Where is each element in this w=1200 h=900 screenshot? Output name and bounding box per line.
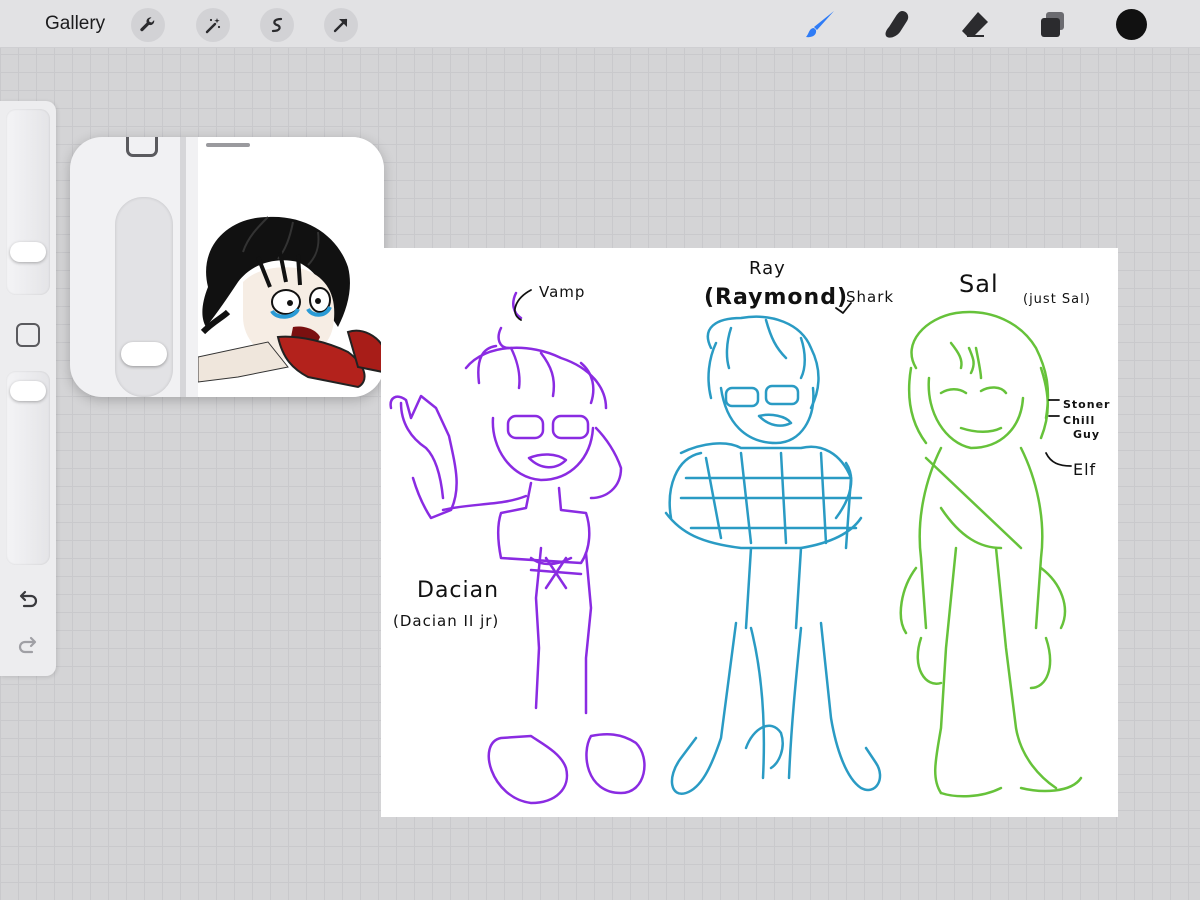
brush-size-thumb[interactable] — [10, 242, 46, 262]
top-toolbar: Gallery — [0, 0, 1200, 48]
ray-tag: Shark — [846, 288, 895, 306]
sal-name: Sal — [959, 270, 999, 298]
sal-sketch — [899, 310, 1083, 798]
selection-icon[interactable] — [260, 8, 294, 42]
preview-divider — [180, 137, 186, 397]
brush-size-slider[interactable] — [6, 109, 50, 295]
modify-button[interactable] — [16, 323, 40, 347]
brush-icon[interactable] — [800, 6, 840, 44]
modify-button-preview — [126, 137, 158, 157]
eraser-icon[interactable] — [955, 6, 995, 44]
preview-slider — [115, 197, 173, 397]
wrench-icon[interactable] — [131, 8, 165, 42]
drawing-canvas[interactable]: Vamp Dacian (Dacian II jr) Ray (Raymond)… — [381, 248, 1118, 817]
reference-image — [197, 137, 384, 397]
redo-icon[interactable] — [14, 635, 42, 659]
dacian-tag: Vamp — [539, 283, 586, 301]
drag-handle[interactable] — [206, 143, 250, 147]
reference-preview-window[interactable] — [70, 137, 384, 397]
ray-sketch — [664, 315, 882, 795]
layers-icon[interactable] — [1033, 6, 1073, 44]
sal-tag-guy: Guy — [1073, 428, 1101, 441]
sal-tag-elf: Elf — [1073, 460, 1097, 479]
ray-name: Ray — [749, 258, 786, 279]
dacian-full-name: (Dacian II jr) — [393, 612, 500, 630]
left-sidebar — [0, 101, 56, 676]
sal-full-name: (just Sal) — [1023, 292, 1091, 307]
color-picker-button[interactable] — [1116, 9, 1147, 40]
smudge-icon[interactable] — [877, 6, 917, 44]
ray-full-name: (Raymond) — [704, 285, 849, 310]
undo-icon[interactable] — [14, 589, 42, 613]
sal-tag-chill: Chill — [1063, 414, 1096, 427]
dacian-name: Dacian — [417, 578, 500, 603]
transform-arrow-icon[interactable] — [324, 8, 358, 42]
gallery-button[interactable]: Gallery — [45, 13, 105, 35]
dacian-sketch — [389, 291, 646, 805]
opacity-slider[interactable] — [6, 371, 50, 565]
preview-slider-thumb — [121, 342, 167, 366]
sal-tag-stoner: Stoner — [1063, 398, 1111, 411]
magic-wand-icon[interactable] — [196, 8, 230, 42]
opacity-thumb[interactable] — [10, 381, 46, 401]
